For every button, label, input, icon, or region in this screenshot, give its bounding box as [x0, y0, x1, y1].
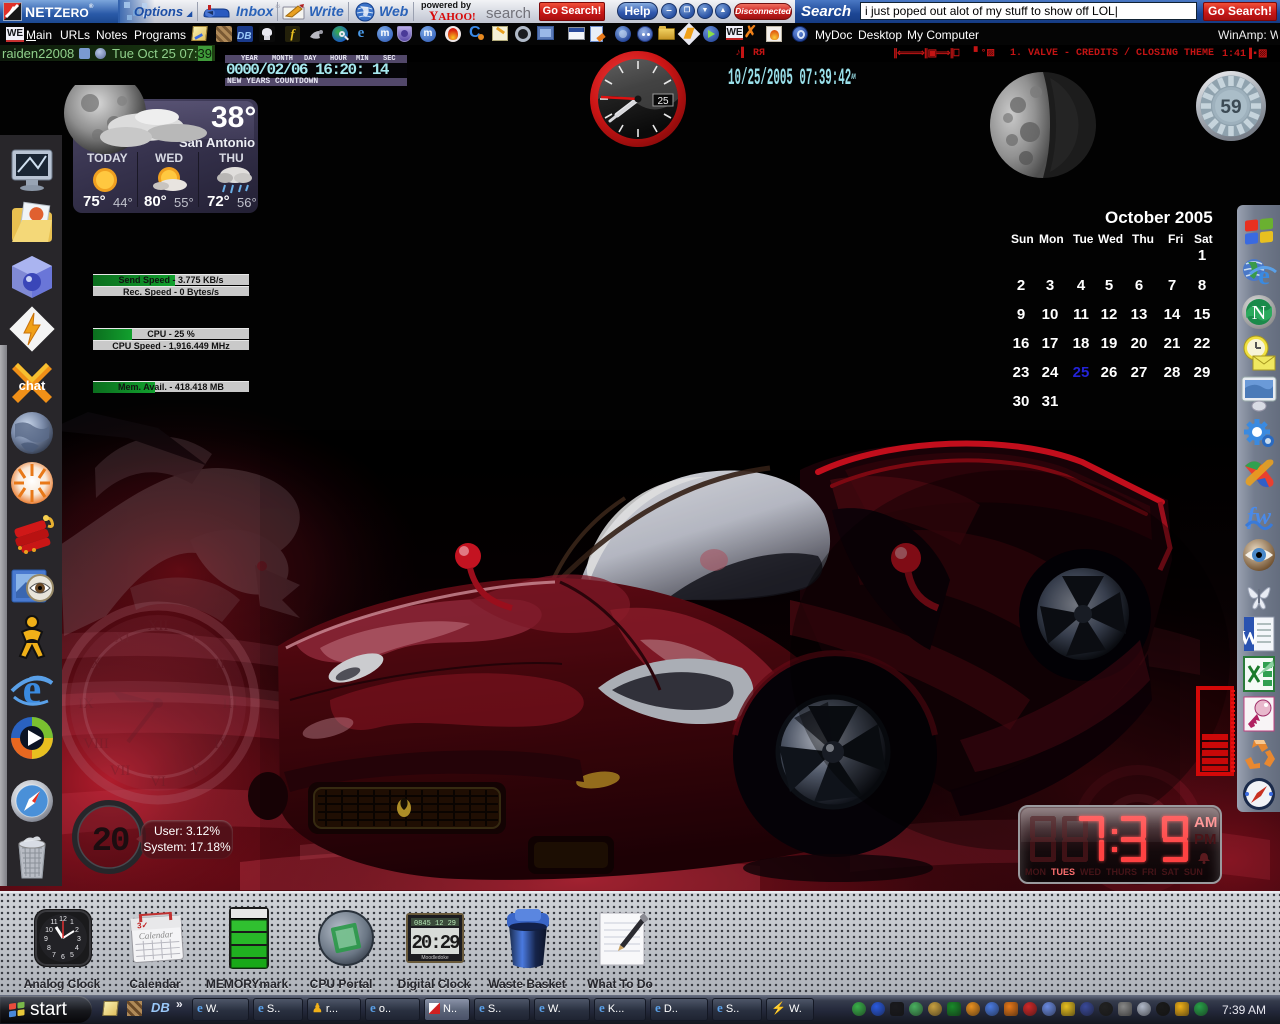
svg-text:VIII: VIII	[83, 736, 109, 752]
svg-text:3: 3	[77, 936, 81, 943]
svg-text:10: 10	[45, 927, 53, 934]
svg-text:20: 20	[92, 823, 129, 861]
svg-text:2: 2	[75, 927, 79, 934]
svg-text:chat: chat	[19, 378, 46, 393]
svg-text:25: 25	[657, 96, 669, 107]
svg-text:XII: XII	[148, 618, 169, 634]
svg-text:W: W	[1243, 627, 1259, 649]
svg-text:7: 7	[52, 952, 56, 959]
svg-text:5: 5	[70, 952, 74, 959]
svg-text:11: 11	[50, 919, 57, 926]
svg-text:20:29: 20:29	[411, 932, 460, 954]
svg-text:4: 4	[75, 945, 79, 952]
svg-text:9: 9	[44, 936, 48, 943]
svg-text:8: 8	[47, 945, 51, 952]
svg-text:e: e	[1258, 261, 1270, 290]
svg-text:59: 59	[1220, 97, 1241, 118]
svg-text:3✓: 3✓	[137, 921, 149, 931]
svg-text:VI: VI	[150, 774, 166, 790]
svg-text:V: V	[191, 763, 202, 779]
svg-text:Moodledoke: Moodledoke	[421, 955, 448, 961]
svg-text:6: 6	[61, 954, 65, 961]
svg-text:N: N	[1252, 302, 1266, 324]
svg-text:0845 12 29: 0845 12 29	[414, 920, 456, 928]
svg-text:IV: IV	[214, 736, 230, 752]
svg-text:1: 1	[70, 919, 74, 926]
svg-text:X: X	[91, 656, 102, 672]
svg-text:VII: VII	[110, 763, 131, 779]
